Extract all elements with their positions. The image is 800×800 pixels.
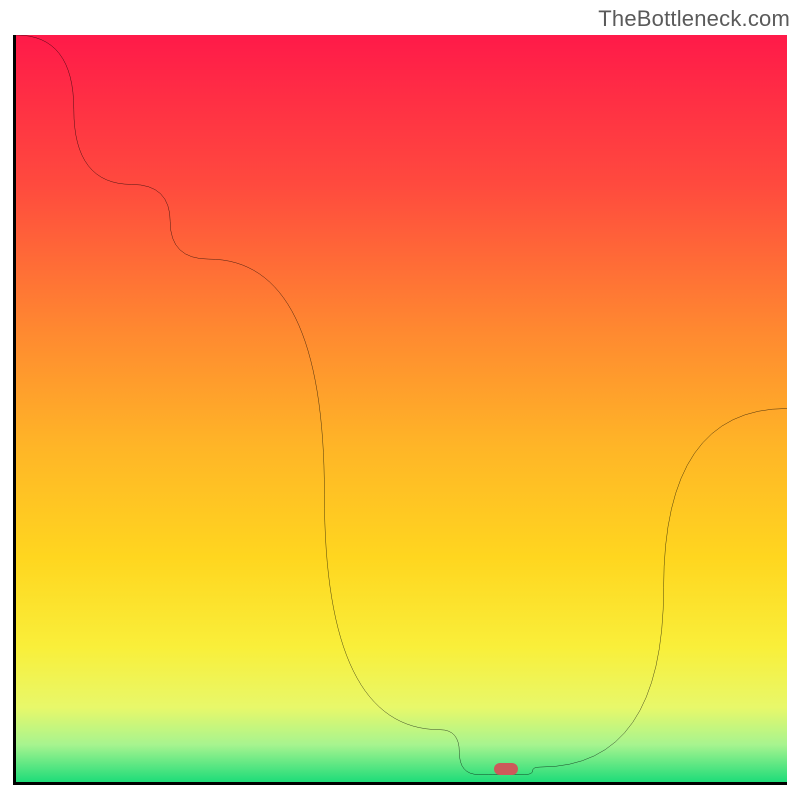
optimal-point-marker <box>494 763 518 775</box>
watermark-text: TheBottleneck.com <box>598 6 790 32</box>
bottleneck-curve <box>16 35 787 782</box>
bottleneck-chart: TheBottleneck.com <box>0 0 800 800</box>
plot-area <box>13 35 787 785</box>
